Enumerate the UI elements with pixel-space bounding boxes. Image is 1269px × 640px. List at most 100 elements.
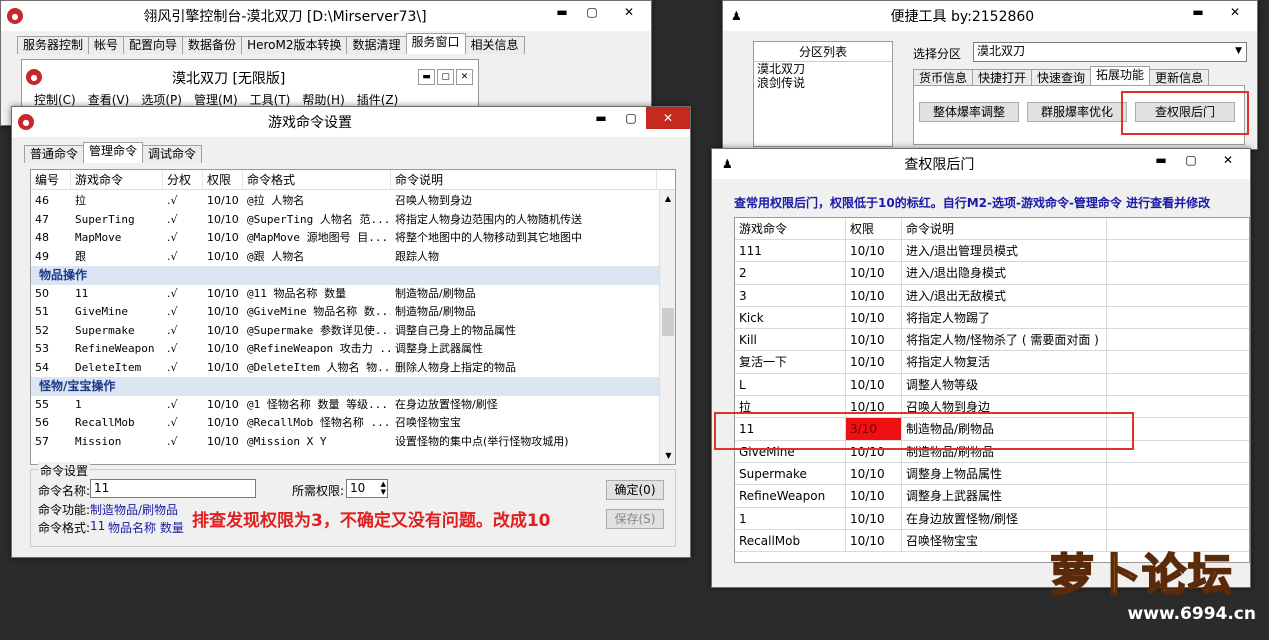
table-row[interactable]: 56 RecallMob .√ 10/10 @RecallMob 怪物名称 ... 召唤怪… (31, 414, 659, 433)
table-row[interactable]: 2 10/10 进入/退出隐身模式 (735, 262, 1249, 285)
command-rows: 46 拉 .√ 10/10 @拉 人物名 召唤人物到身边 47 SuperTing .√ 10/1… (31, 192, 659, 451)
row-format: @SuperTing 人物名 范... (247, 212, 391, 226)
table-row[interactable]: 50 11 .√ 10/10 @11 物品名称 数量 制造物品/刷物品 (31, 285, 659, 304)
table-row[interactable]: 111 10/10 进入/退出管理员模式 (735, 240, 1249, 263)
table-row[interactable]: 53 RefineWeapon .√ 10/10 @RefineWeapon 攻击力 .… (31, 340, 659, 359)
close-icon[interactable]: ✕ (646, 107, 690, 129)
tab-service-window[interactable]: 服务窗口 (405, 33, 466, 54)
col-format[interactable]: 命令格式 (243, 170, 391, 189)
command-name-input[interactable]: 11 (90, 479, 256, 498)
row-perm: 10/10 (207, 434, 239, 448)
row-perm: 10/10 (207, 323, 239, 337)
partition-item[interactable]: 漠北双刀 (754, 62, 892, 76)
table-row[interactable]: 3 10/10 进入/退出无敌模式 (735, 284, 1249, 307)
tab-normal-commands[interactable]: 普通命令 (24, 145, 85, 163)
cell-description: 进入/退出隐身模式 (902, 262, 1107, 284)
perm-label: 所需权限: (292, 484, 345, 498)
save-button[interactable]: 保存(S) (606, 509, 664, 529)
scroll-up-icon[interactable]: ▲ (660, 190, 675, 207)
tab-related-info[interactable]: 相关信息 (464, 36, 525, 54)
table-row[interactable]: Kick 10/10 将指定人物踢了 (735, 306, 1249, 330)
maximize-icon[interactable]: ▢ (577, 1, 607, 23)
chevron-down-icon: ▼ (1235, 46, 1242, 56)
partition-item[interactable]: 浪剑传说 (754, 76, 892, 90)
inner-close-icon[interactable]: ✕ (456, 69, 473, 85)
row-perm: 10/10 (207, 305, 239, 318)
col-command[interactable]: 游戏命令 (71, 170, 163, 189)
inner-maximize-icon[interactable]: ▢ (437, 69, 454, 85)
table-row[interactable]: 47 SuperTing .√ 10/10 @SuperTing 人物名 范... 将指定… (31, 211, 659, 230)
row-desc: 制造物品/刷物品 (395, 305, 476, 318)
row-desc: 在身边放置怪物/刷怪 (395, 397, 498, 411)
row-format: @RecallMob 怪物名称 ... (247, 416, 391, 429)
minimize-icon[interactable]: ▬ (1146, 149, 1176, 171)
col-permission[interactable]: 权限 (846, 218, 902, 239)
close-icon[interactable]: ✕ (1206, 149, 1250, 171)
scroll-down-icon[interactable]: ▼ (660, 447, 675, 464)
table-row[interactable]: 复活一下 10/10 将指定人物复活 (735, 351, 1249, 374)
tab-herom2-convert[interactable]: HeroM2版本转换 (241, 36, 348, 54)
col-game-command[interactable]: 游戏命令 (735, 218, 846, 239)
inner-minimize-icon[interactable]: ▬ (418, 69, 435, 85)
tab-data-backup[interactable]: 数据备份 (182, 36, 243, 54)
minimize-icon[interactable]: ▬ (547, 1, 577, 23)
list-scrollbar[interactable]: ▲ ▼ (659, 190, 675, 464)
col-description[interactable]: 命令说明 (902, 218, 1107, 239)
table-row[interactable]: 1 10/10 在身边放置怪物/刷怪 (735, 507, 1249, 530)
tab-server-control[interactable]: 服务器控制 (17, 36, 90, 54)
row-perm: 10/10 (207, 212, 239, 226)
row-split: .√ (167, 360, 178, 374)
table-row[interactable]: 51 GiveMine .√ 10/10 @GiveMine 物品名称 数... 制造物品… (31, 303, 659, 322)
tab-config-wizard[interactable]: 配置向导 (123, 36, 184, 54)
table-row[interactable]: 57 Mission .√ 10/10 @Mission X Y 设置怪物的集中点(举行怪… (31, 433, 659, 452)
partition-select-value: 漠北双刀 (977, 44, 1026, 58)
tab-data-cleanup[interactable]: 数据清理 (346, 36, 407, 54)
maximize-icon[interactable]: ▢ (1176, 149, 1206, 171)
cell-game-command: Kick (735, 306, 846, 329)
minimize-icon[interactable]: ▬ (586, 107, 616, 129)
table-row[interactable]: Kill 10/10 将指定人物/怪物杀了 ( 需要面对面 ) (735, 329, 1249, 352)
table-row[interactable]: 46 拉 .√ 10/10 @拉 人物名 召唤人物到身边 (31, 192, 659, 211)
cell-game-command: 1 (735, 507, 846, 529)
minimize-icon[interactable]: ▬ (1183, 1, 1213, 23)
tab-admin-commands[interactable]: 管理命令 (83, 142, 144, 163)
highlight-box-row (714, 412, 1134, 450)
col-perm[interactable]: 权限 (203, 170, 243, 189)
table-row[interactable]: 48 MapMove .√ 10/10 @MapMove 源地图号 目... 将整个地图中… (31, 229, 659, 248)
row-format: @拉 人物名 (247, 194, 305, 207)
table-row[interactable]: 52 Supermake .√ 10/10 @Supermake 参数详见使... 调整自… (31, 322, 659, 341)
perm-spinner[interactable]: 10 ▲ ▼ (346, 479, 388, 498)
close-icon[interactable]: ✕ (1213, 1, 1257, 23)
row-id: 54 (35, 360, 49, 374)
col-split[interactable]: 分权 (163, 170, 203, 189)
table-row[interactable]: 49 跟 .√ 10/10 @跟 人物名 跟踪人物 (31, 248, 659, 267)
maximize-icon[interactable]: ▢ (616, 107, 646, 129)
partition-select[interactable]: 漠北双刀 ▼ (973, 42, 1247, 62)
func-label: 命令功能: (38, 503, 91, 517)
table-row[interactable]: 54 DeleteItem .√ 10/10 @DeleteItem 人物名 物... 删… (31, 359, 659, 378)
command-list-header: 编号 游戏命令 分权 权限 命令格式 命令说明 (31, 170, 675, 190)
close-icon[interactable]: ✕ (607, 1, 651, 23)
cell-permission: 10/10 (846, 373, 902, 396)
col-desc[interactable]: 命令说明 (391, 170, 657, 189)
scroll-thumb[interactable] (662, 308, 674, 336)
row-perm: 10/10 (207, 231, 239, 244)
table-row[interactable]: 55 1 .√ 10/10 @1 怪物名称 数量 等级... 在身边放置怪物/刷怪 (31, 396, 659, 415)
table-row[interactable]: L 10/10 调整人物等级 (735, 373, 1249, 397)
cell-permission: 10/10 (846, 485, 902, 507)
tab-extended-features[interactable]: 拓展功能 (1090, 66, 1151, 87)
col-id[interactable]: 编号 (31, 170, 71, 189)
row-split: .√ (167, 231, 178, 244)
spinner-arrows-icon[interactable]: ▲ ▼ (381, 480, 386, 496)
tab-debug-commands[interactable]: 调试命令 (142, 145, 203, 163)
table-row[interactable]: RefineWeapon 10/10 调整身上武器属性 (735, 485, 1249, 508)
cell-permission: 10/10 (846, 507, 902, 529)
group-drop-rate-button[interactable]: 群服爆率优化 (1027, 102, 1127, 122)
row-command: DeleteItem (75, 360, 142, 374)
ok-button[interactable]: 确定(0) (606, 480, 664, 500)
settings-group-label: 命令设置 (38, 462, 91, 479)
row-command: 1 (75, 397, 82, 411)
table-row[interactable]: Supermake 10/10 调整身上物品属性 (735, 462, 1249, 486)
tab-account[interactable]: 帐号 (88, 36, 125, 54)
overall-drop-rate-button[interactable]: 整体爆率调整 (919, 102, 1019, 122)
